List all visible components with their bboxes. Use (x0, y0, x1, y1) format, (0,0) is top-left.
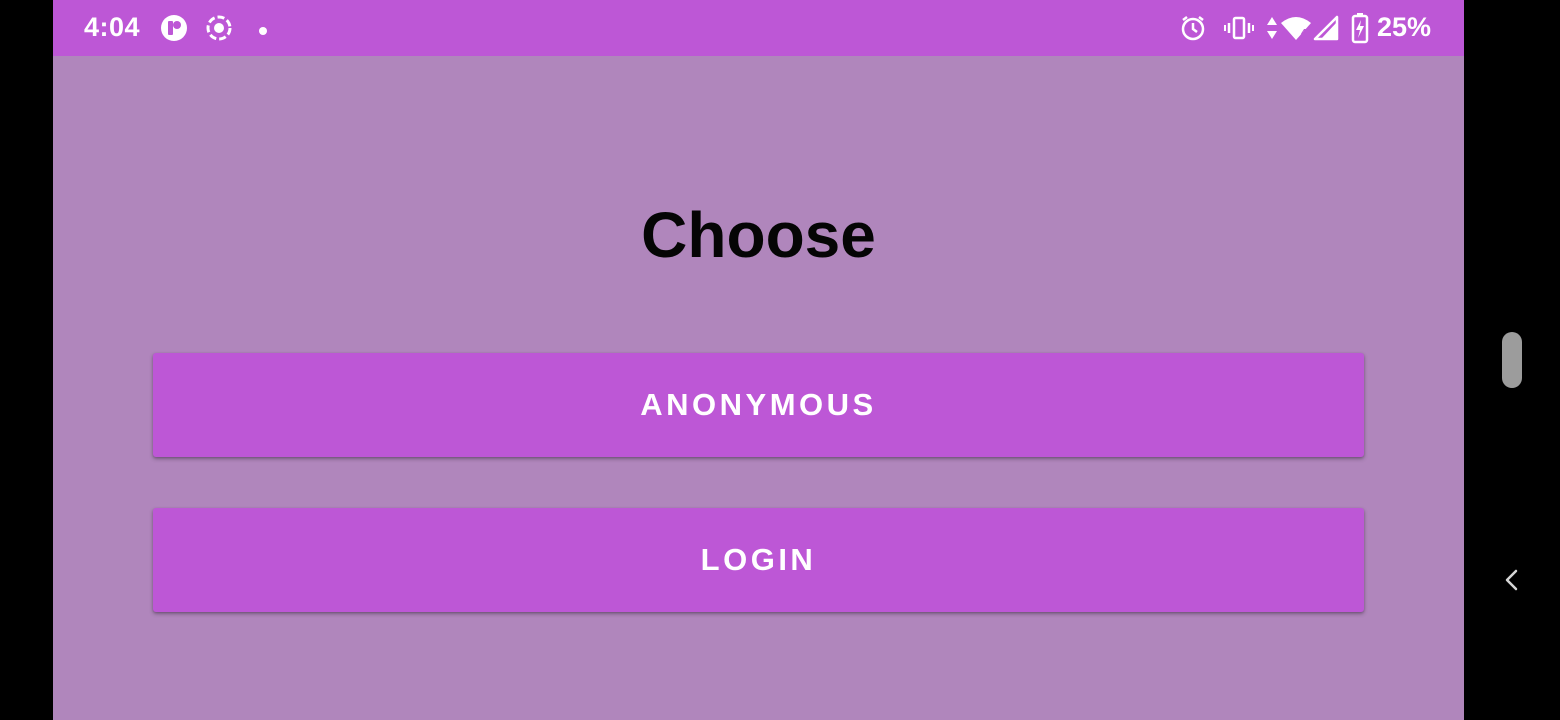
screen-record-icon (205, 14, 233, 47)
app-notification-icon (160, 14, 188, 47)
login-button[interactable]: LOGIN (153, 508, 1364, 612)
page-title: Choose (641, 199, 876, 271)
cell-signal-icon (1313, 14, 1339, 47)
notification-dot-icon (258, 23, 268, 41)
battery-charging-icon (1351, 12, 1369, 49)
back-icon[interactable] (1500, 566, 1524, 599)
left-bezel (0, 0, 53, 720)
scroll-handle[interactable] (1502, 332, 1522, 388)
vibrate-icon (1224, 14, 1254, 47)
app-screen: 4:04 4 25% Choose ANONYMOUS LOGIN (53, 0, 1464, 720)
alarm-icon (1179, 14, 1207, 47)
status-bar: 4:04 4 25% (53, 0, 1464, 56)
status-time: 4:04 (84, 12, 141, 42)
wifi-icon: 4 (1280, 14, 1312, 47)
data-arrows-icon (1266, 14, 1278, 47)
battery-percent: 25% (1377, 12, 1432, 42)
anonymous-button[interactable]: ANONYMOUS (153, 353, 1364, 457)
svg-text:4: 4 (1301, 28, 1307, 39)
